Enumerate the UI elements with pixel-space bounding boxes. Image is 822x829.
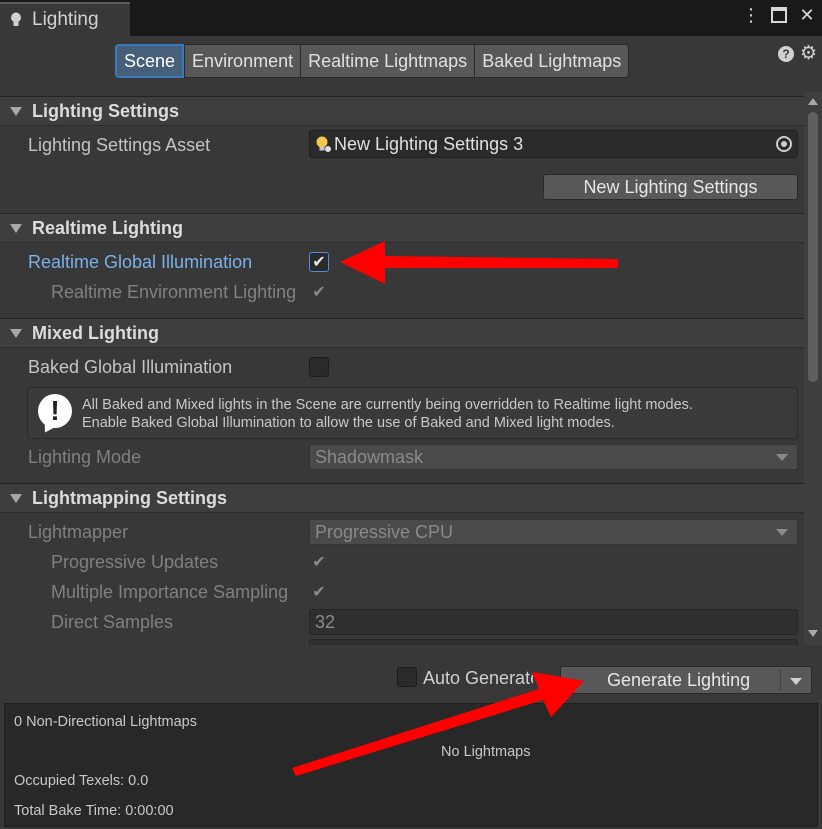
tab-realtime-lightmaps[interactable]: Realtime Lightmaps (300, 44, 475, 78)
direct-samples-field[interactable]: 32 (309, 609, 798, 635)
asset-value: New Lighting Settings 3 (334, 133, 524, 154)
baked-gi-checkbox[interactable]: ✔ (309, 357, 329, 377)
window-tab-lighting[interactable]: Lighting (0, 2, 130, 36)
lighting-settings-asset-field[interactable]: New Lighting Settings 3 (309, 130, 798, 158)
window-tab-strip: Lighting ⋮ ✕ (0, 0, 822, 36)
realtime-env-lighting-label: Realtime Environment Lighting (51, 282, 297, 302)
section-header-realtime-lighting[interactable]: Realtime Lighting (0, 213, 804, 243)
section-title: Realtime Lighting (32, 217, 184, 238)
vertical-scrollbar[interactable] (804, 92, 822, 645)
foldout-arrow-icon (10, 106, 22, 116)
tab-scene[interactable]: Scene (115, 44, 185, 78)
warning-icon: ! (38, 394, 72, 428)
lighting-settings-asset-label: Lighting Settings Asset (28, 135, 211, 155)
section-title: Mixed Lighting (32, 322, 159, 343)
lightmapper-value: Progressive CPU (315, 521, 454, 542)
section-title: Lightmapping Settings (32, 487, 227, 508)
help-box-warning: ! All Baked and Mixed lights in the Scen… (27, 387, 798, 439)
progressive-updates-label: Progressive Updates (51, 552, 219, 572)
baked-gi-label: Baked Global Illumination (28, 357, 233, 377)
close-icon[interactable]: ✕ (798, 5, 816, 25)
direct-samples-value: 32 (315, 611, 336, 632)
section-title: Lighting Settings (32, 100, 179, 121)
inspector-content: Lighting Settings Lighting Settings Asse… (0, 92, 804, 645)
new-lighting-settings-button[interactable]: New Lighting Settings (543, 174, 798, 200)
scroll-down-icon[interactable] (808, 630, 818, 637)
lightmapper-dropdown[interactable]: Progressive CPU (309, 519, 798, 545)
section-header-lightmapping-settings[interactable]: Lightmapping Settings (0, 483, 804, 513)
window-tab-title: Lighting (32, 9, 99, 30)
lightbulb-icon (11, 12, 21, 26)
gear-icon[interactable]: ⚙ (800, 44, 820, 64)
chevron-down-icon (776, 529, 788, 536)
auto-generate-checkbox[interactable] (397, 667, 417, 687)
total-bake-time: Total Bake Time: 0:00:00 (14, 803, 174, 819)
lightmap-stats-box: 0 Non-Directional Lightmaps No Lightmaps… (4, 703, 818, 827)
chevron-down-icon (776, 454, 788, 461)
lightbulb-icon (316, 136, 331, 152)
maximize-icon[interactable] (770, 5, 788, 25)
bottom-panel: Auto Generate Generate Lighting 0 Non-Di… (0, 645, 822, 829)
realtime-env-lighting-checkbox[interactable]: ✔ (309, 282, 329, 302)
direct-samples-label: Direct Samples (51, 612, 174, 632)
generate-lighting-button[interactable]: Generate Lighting (560, 666, 812, 694)
progressive-updates-checkbox[interactable]: ✔ (309, 552, 329, 572)
realtime-gi-checkbox[interactable]: ✔ (309, 252, 329, 272)
section-header-lighting-settings[interactable]: Lighting Settings (0, 96, 804, 126)
lightmapper-label: Lightmapper (28, 522, 129, 542)
lighting-mode-dropdown[interactable]: Shadowmask (309, 444, 798, 470)
foldout-arrow-icon (10, 493, 22, 503)
tab-environment[interactable]: Environment (184, 44, 301, 78)
lightmap-count: 0 Non-Directional Lightmaps (14, 714, 197, 730)
foldout-arrow-icon (10, 223, 22, 233)
realtime-gi-label: Realtime Global Illumination (28, 252, 253, 272)
scroll-up-icon[interactable] (808, 98, 818, 105)
generate-lighting-label: Generate Lighting (607, 669, 751, 690)
toolbar: Scene Environment Realtime Lightmaps Bak… (0, 36, 822, 92)
help-text-line-2: Enable Baked Global Illumination to allo… (82, 415, 615, 431)
lighting-mode-value: Shadowmask (315, 446, 424, 467)
mis-checkbox[interactable]: ✔ (309, 582, 329, 602)
tab-baked-lightmaps[interactable]: Baked Lightmaps (474, 44, 630, 78)
help-text-line-1: All Baked and Mixed lights in the Scene … (82, 397, 693, 413)
scroll-thumb[interactable] (808, 112, 818, 382)
auto-generate-label: Auto Generate (423, 668, 533, 688)
object-picker-icon[interactable] (776, 136, 792, 152)
occupied-texels: Occupied Texels: 0.0 (14, 773, 149, 789)
mode-tabs: Scene Environment Realtime Lightmaps Bak… (115, 44, 630, 78)
mis-label: Multiple Importance Sampling (51, 582, 289, 602)
lighting-mode-label: Lighting Mode (28, 447, 142, 467)
help-icon[interactable]: ? (778, 46, 794, 62)
chevron-down-icon[interactable] (790, 678, 802, 685)
foldout-arrow-icon (10, 328, 22, 338)
button-divider (780, 670, 781, 690)
no-lightmaps-text: No Lightmaps (441, 744, 531, 760)
section-header-mixed-lighting[interactable]: Mixed Lighting (0, 318, 804, 348)
more-vertical-icon[interactable]: ⋮ (742, 5, 760, 25)
